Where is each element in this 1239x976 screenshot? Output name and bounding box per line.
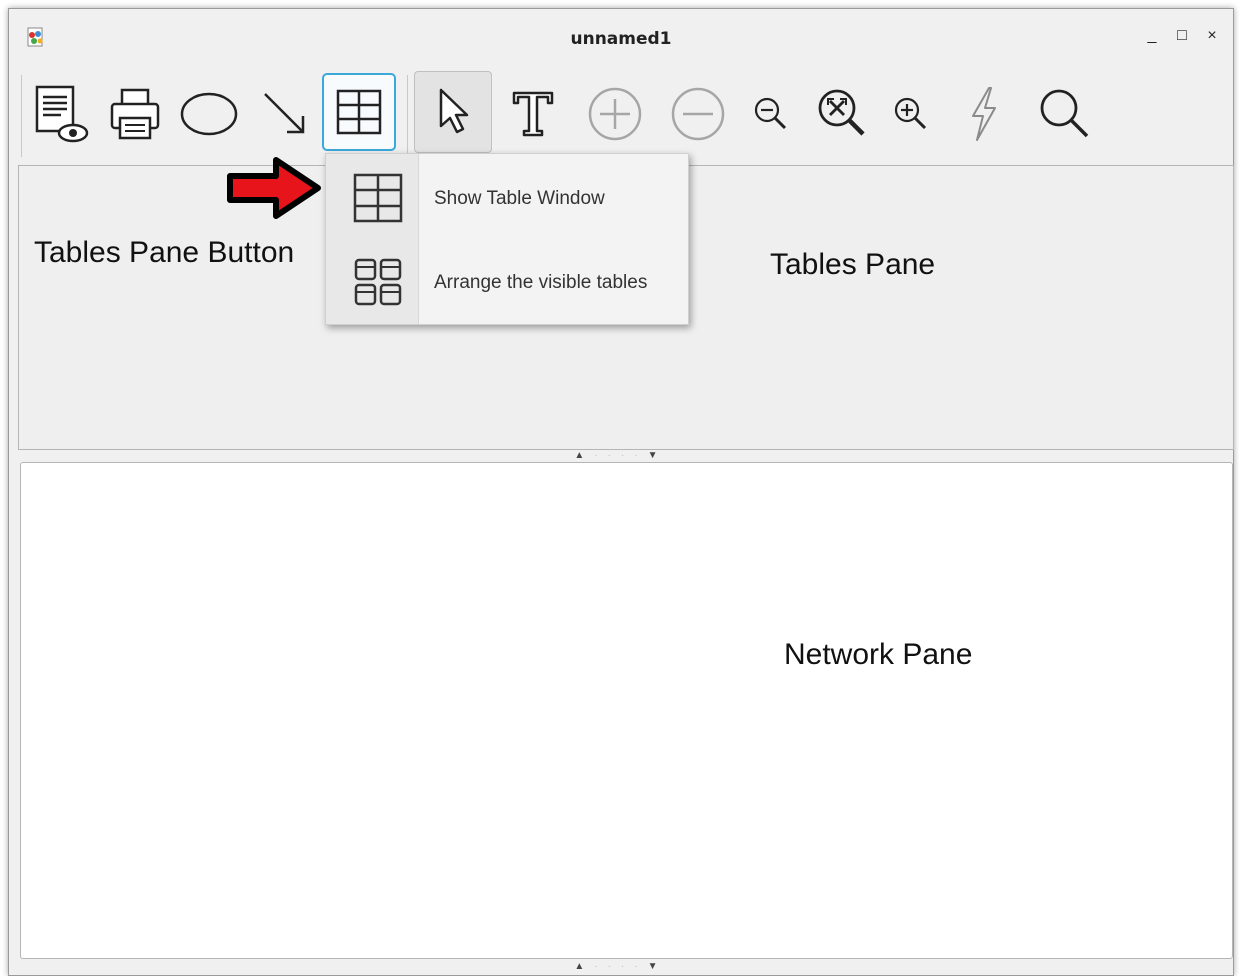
remove-button[interactable] [662, 75, 734, 153]
menu-item-arrange-tables[interactable]: Arrange the visible tables [326, 242, 688, 322]
chevron-up-icon: ▲ [574, 960, 595, 972]
tables-pane-annotation: Tables Pane [770, 248, 936, 281]
document-eye-icon [35, 85, 89, 143]
table-grid-icon [353, 173, 403, 223]
chevron-down-icon: ▼ [647, 960, 668, 972]
menu-item-label: Arrange the visible tables [434, 272, 648, 293]
bottom-splitter-handle[interactable]: ▲ ···· ▼ [9, 960, 1233, 972]
ellipse-icon [180, 92, 238, 136]
title-bar: unnamed1 _ □ × [9, 9, 1233, 53]
text-t-icon [512, 91, 554, 137]
lightning-button[interactable] [947, 75, 1019, 153]
tables-dropdown-menu: Show Table Window Arrange the visible ta… [325, 153, 689, 325]
zoom-out-button[interactable] [735, 75, 807, 153]
menu-item-label: Show Table Window [434, 188, 605, 209]
chevron-down-icon: ▼ [647, 449, 668, 461]
zoom-fit-icon [818, 89, 865, 136]
chevron-up-icon: ▲ [574, 449, 595, 461]
red-arrow-icon [227, 157, 321, 219]
network-pane-annotation: Network Pane [784, 638, 973, 671]
menu-item-show-table-window[interactable]: Show Table Window [326, 158, 688, 238]
toolbar [9, 65, 1233, 163]
zoom-fit-button[interactable] [807, 75, 879, 153]
ellipse-tool-button[interactable] [173, 75, 245, 153]
network-pane[interactable] [20, 462, 1233, 959]
minus-circle-icon [671, 87, 725, 141]
arrange-tables-icon [354, 258, 402, 306]
tables-pane-button[interactable] [322, 73, 396, 151]
print-preview-button[interactable] [25, 75, 97, 153]
print-button[interactable] [99, 75, 171, 153]
plus-circle-icon [588, 87, 642, 141]
text-tool-button[interactable] [497, 75, 569, 153]
zoom-in-button[interactable] [875, 75, 947, 153]
search-button[interactable] [1029, 75, 1101, 153]
select-tool-button[interactable] [414, 71, 492, 153]
toolbar-separator [407, 75, 408, 157]
tables-pane-button-annotation: Tables Pane Button [34, 236, 295, 269]
arrow-tool-button[interactable] [249, 75, 321, 153]
add-button[interactable] [579, 75, 651, 153]
toolbar-left-edge [21, 75, 22, 157]
diagonal-arrow-icon [264, 93, 305, 134]
maximize-button[interactable]: □ [1172, 27, 1192, 45]
window-title: unnamed1 [570, 29, 672, 49]
search-icon [1040, 89, 1089, 138]
minimize-button[interactable]: _ [1142, 27, 1162, 45]
zoom-out-icon [754, 97, 787, 130]
close-button[interactable]: × [1202, 27, 1222, 45]
zoom-in-icon [894, 97, 927, 130]
splitter-handle[interactable]: ▲ ···· ▼ [9, 449, 1233, 461]
cursor-icon [439, 88, 469, 134]
printer-icon [110, 88, 160, 140]
table-grid-icon [336, 89, 382, 135]
lightning-icon [972, 87, 996, 141]
